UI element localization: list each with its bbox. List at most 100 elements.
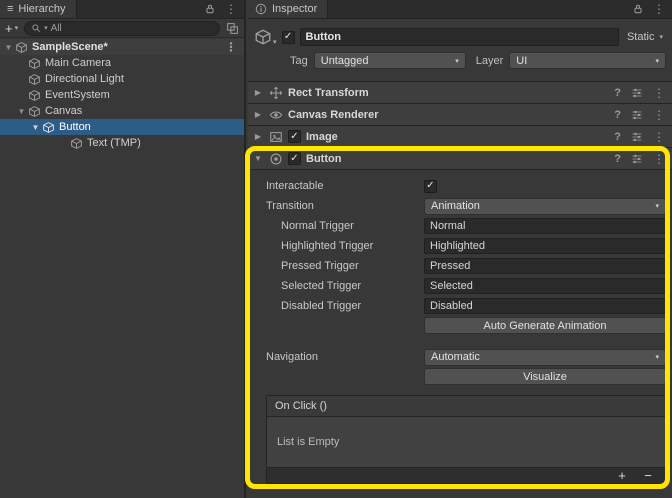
- on-click-event-box: On Click () List is Empty + −: [266, 395, 666, 484]
- normal-trigger-label: Normal Trigger: [281, 220, 354, 232]
- remove-event-button[interactable]: −: [635, 468, 661, 483]
- component-name: Canvas Renderer: [288, 108, 379, 121]
- tag-value: Untagged: [320, 54, 369, 67]
- help-icon[interactable]: ?: [614, 131, 621, 143]
- hierarchy-tabbar: ≡ Hierarchy ⋮: [0, 0, 244, 19]
- on-click-list: List is Empty: [267, 417, 665, 467]
- lock-icon[interactable]: [632, 3, 644, 15]
- hierarchy-tab[interactable]: ≡ Hierarchy: [0, 0, 77, 18]
- interactable-label: Interactable: [266, 180, 324, 192]
- component-header-canvas-renderer[interactable]: ▶ Canvas Renderer ? ⋮: [248, 103, 672, 125]
- static-caret-icon: ▾: [659, 34, 663, 41]
- tag-dropdown[interactable]: Untagged ▾: [313, 52, 466, 69]
- tree-item-text-tmp[interactable]: Text (TMP): [0, 135, 244, 151]
- selected-trigger-field[interactable]: Selected: [424, 278, 666, 294]
- inspector-tab-label: Inspector: [272, 3, 318, 15]
- dropdown-caret-icon: ▾: [455, 57, 459, 65]
- highlighted-trigger-field[interactable]: Highlighted: [424, 238, 666, 254]
- button-component-body: Interactable ✓ Transition Animation ▾ No…: [248, 169, 672, 484]
- pressed-trigger-field[interactable]: Pressed: [424, 258, 666, 274]
- dropdown-caret-icon: ▾: [655, 57, 659, 65]
- on-click-header[interactable]: On Click (): [267, 396, 665, 417]
- rect-transform-icon: [269, 86, 283, 100]
- check-icon: ✓: [290, 152, 299, 164]
- normal-trigger-field[interactable]: Normal: [424, 218, 666, 234]
- transition-dropdown[interactable]: Animation ▾: [424, 197, 666, 215]
- button-enabled-checkbox[interactable]: ✓: [288, 152, 301, 165]
- scene-tree: ▼ SampleScene* ⋮ Main Camera Directional…: [0, 38, 244, 151]
- component-header-button[interactable]: ▼ ✓ Button ? ⋮: [248, 147, 672, 169]
- add-object-button[interactable]: + ▾: [5, 21, 18, 36]
- add-event-button[interactable]: +: [609, 468, 635, 483]
- check-icon: ✓: [290, 130, 299, 142]
- hierarchy-search-input[interactable]: ▾ All: [24, 20, 220, 36]
- tree-item-label: Directional Light: [45, 73, 124, 85]
- scene-picking-icon[interactable]: [226, 22, 239, 35]
- help-icon[interactable]: ?: [614, 87, 621, 99]
- help-icon[interactable]: ?: [614, 153, 621, 165]
- component-header-rect-transform[interactable]: ▶ Rect Transform ? ⋮: [248, 81, 672, 103]
- collapse-triangle-icon[interactable]: ▶: [252, 132, 264, 141]
- presets-icon[interactable]: [631, 109, 643, 121]
- transition-value: Animation: [431, 200, 480, 212]
- tree-item-label: EventSystem: [45, 89, 110, 101]
- search-filter-caret-icon: ▾: [44, 25, 48, 32]
- interactable-checkbox[interactable]: ✓: [424, 179, 437, 193]
- field-value: Highlighted: [430, 240, 486, 252]
- presets-icon[interactable]: [631, 153, 643, 165]
- navigation-label: Navigation: [266, 351, 318, 363]
- expand-triangle-icon[interactable]: ▼: [29, 123, 42, 132]
- navigation-value: Automatic: [431, 351, 480, 363]
- component-menu-icon[interactable]: ⋮: [653, 153, 665, 165]
- tree-item-main-camera[interactable]: Main Camera: [0, 55, 244, 71]
- inspector-tabbar: Inspector ⋮: [248, 0, 672, 19]
- presets-icon[interactable]: [631, 87, 643, 99]
- component-menu-icon[interactable]: ⋮: [653, 109, 665, 121]
- collapse-triangle-icon[interactable]: ▶: [252, 110, 264, 119]
- disabled-trigger-field[interactable]: Disabled: [424, 298, 666, 314]
- window-menu-icon[interactable]: ⋮: [225, 3, 237, 15]
- component-header-image[interactable]: ▶ ✓ Image ? ⋮: [248, 125, 672, 147]
- static-dropdown[interactable]: Static ▾: [624, 31, 666, 43]
- transition-label: Transition: [266, 200, 314, 212]
- window-menu-icon[interactable]: ⋮: [653, 3, 665, 15]
- tree-item-button[interactable]: ▼ Button: [0, 119, 244, 135]
- gameobject-name-field[interactable]: Button: [299, 28, 619, 46]
- gameobject-cube-icon: [254, 28, 272, 46]
- inspector-panel: Inspector ⋮ ▾ ✓ Button Static ▾ Tag Unta…: [248, 0, 672, 498]
- expand-triangle-icon[interactable]: ▼: [2, 43, 15, 52]
- active-checkbox[interactable]: ✓: [281, 30, 295, 44]
- on-click-footer: + −: [267, 467, 665, 483]
- list-empty-text: List is Empty: [277, 436, 340, 448]
- inspector-tab[interactable]: Inspector: [248, 0, 329, 18]
- collapse-triangle-icon[interactable]: ▼: [252, 154, 264, 163]
- search-icon: [31, 23, 41, 33]
- tree-item-directional-light[interactable]: Directional Light: [0, 71, 244, 87]
- component-name: Button: [306, 152, 342, 165]
- scene-options-icon[interactable]: ⋮: [225, 41, 244, 53]
- image-enabled-checkbox[interactable]: ✓: [288, 130, 301, 143]
- lock-icon[interactable]: [204, 3, 216, 15]
- gameobject-cube-icon: [42, 121, 55, 134]
- tree-item-label: Main Camera: [45, 57, 112, 69]
- component-menu-icon[interactable]: ⋮: [653, 131, 665, 143]
- gameobject-cube-icon: [70, 137, 83, 150]
- tree-item-eventsystem[interactable]: EventSystem: [0, 87, 244, 103]
- canvas-renderer-icon: [269, 108, 283, 122]
- field-value: Pressed: [430, 260, 471, 272]
- tree-item-canvas[interactable]: ▼ Canvas: [0, 103, 244, 119]
- component-menu-icon[interactable]: ⋮: [653, 87, 665, 99]
- expand-triangle-icon[interactable]: ▼: [15, 107, 28, 116]
- gameobject-cube-icon: [28, 89, 41, 102]
- navigation-dropdown[interactable]: Automatic ▾: [424, 348, 666, 366]
- tree-item-samplescene[interactable]: ▼ SampleScene* ⋮: [0, 39, 244, 55]
- collapse-triangle-icon[interactable]: ▶: [252, 88, 264, 97]
- layer-dropdown[interactable]: UI ▾: [509, 52, 666, 69]
- gameobject-icon-button[interactable]: ▾: [254, 28, 277, 46]
- info-icon: [255, 3, 267, 15]
- help-icon[interactable]: ?: [614, 109, 621, 121]
- presets-icon[interactable]: [631, 131, 643, 143]
- auto-generate-animation-button[interactable]: Auto Generate Animation: [424, 317, 666, 334]
- visualize-button[interactable]: Visualize: [424, 368, 666, 385]
- gameobject-header: ▾ ✓ Button Static ▾ Tag Untagged ▾ Layer: [248, 19, 672, 78]
